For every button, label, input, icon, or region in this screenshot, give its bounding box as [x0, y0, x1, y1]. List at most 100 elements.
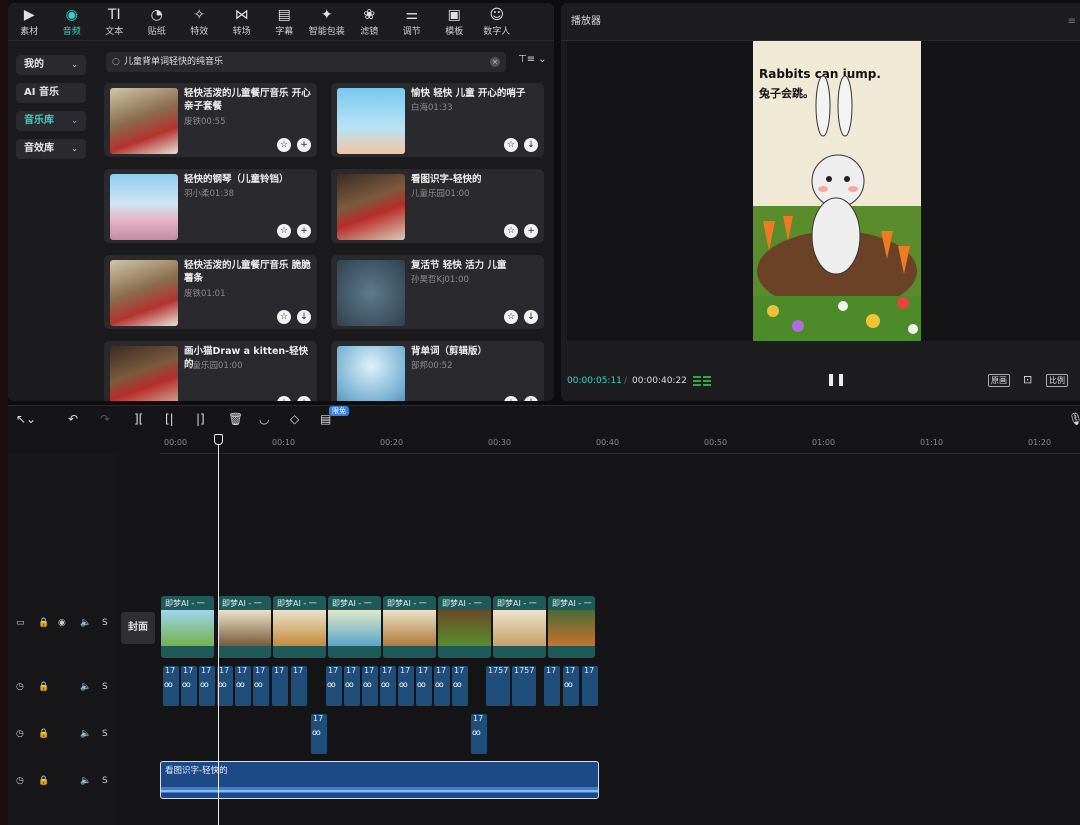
- music-card[interactable]: 轻快活泼的儿童餐厅音乐 脆脆薯条 废铁01:01 ☆ ↓: [104, 255, 317, 329]
- pause-button[interactable]: ❚❚: [826, 372, 846, 386]
- shield-icon[interactable]: ◇: [290, 412, 299, 426]
- tool-template[interactable]: ▣ 模板: [433, 3, 476, 41]
- lock-icon[interactable]: 🔒: [38, 729, 49, 739]
- audio-clip[interactable]: 17 oo: [563, 666, 579, 706]
- solo-button[interactable]: S: [102, 776, 108, 786]
- trim-left-icon[interactable]: [|: [165, 412, 174, 426]
- audio-clip[interactable]: 17 oo: [452, 666, 468, 706]
- microphone-icon[interactable]: 🎙: [1068, 412, 1080, 426]
- add-icon[interactable]: +: [297, 396, 311, 401]
- audio-clip[interactable]: 1757: [486, 666, 510, 706]
- audio-clip[interactable]: 17 oo: [253, 666, 269, 706]
- video-clip[interactable]: 即梦AI - 一: [383, 596, 436, 658]
- favorite-icon[interactable]: ☆: [277, 310, 291, 324]
- favorite-icon[interactable]: ☆: [504, 396, 518, 401]
- tool-sticker[interactable]: ◔ 贴纸: [136, 3, 179, 41]
- audio-clip[interactable]: 17: [291, 666, 307, 706]
- audio-clip[interactable]: 17 oo: [416, 666, 432, 706]
- audio-clip[interactable]: 17: [272, 666, 288, 706]
- tool-adjust[interactable]: ⚌ 调节: [391, 3, 434, 41]
- add-icon[interactable]: +: [297, 138, 311, 152]
- audio-clip[interactable]: 17 oo: [217, 666, 233, 706]
- music-card[interactable]: 画小猫Draw a kitten-轻快的 儿童乐园01:00 ☆ +: [104, 341, 317, 401]
- video-clip[interactable]: 即梦AI - 一: [493, 596, 546, 658]
- volume-icon[interactable]: 🔈: [80, 729, 91, 739]
- audio-clip[interactable]: 17 oo: [235, 666, 251, 706]
- video-clip[interactable]: 即梦AI - 一: [548, 596, 595, 658]
- clear-icon[interactable]: ×: [490, 57, 500, 67]
- audio-clip[interactable]: 17 oo: [380, 666, 396, 706]
- video-clip[interactable]: 即梦AI - 一: [328, 596, 381, 658]
- download-icon[interactable]: ↓: [524, 396, 538, 401]
- music-card[interactable]: 轻快活泼的儿童餐厅音乐 开心亲子套餐 废铁00:55 ☆ +: [104, 83, 317, 157]
- video-clip[interactable]: 即梦AI - 一: [161, 596, 214, 658]
- tool-transition[interactable]: ⋈ 转场: [221, 3, 264, 41]
- download-icon[interactable]: ↓: [524, 310, 538, 324]
- lock-icon[interactable]: 🔒: [38, 618, 49, 628]
- favorite-icon[interactable]: ☆: [504, 310, 518, 324]
- download-icon[interactable]: ↓: [524, 138, 538, 152]
- audio-clip[interactable]: 17 oo: [434, 666, 450, 706]
- audio-clip[interactable]: 17 oo: [311, 714, 327, 754]
- music-card[interactable]: 轻快的钢琴（儿童铃铛） 羽小柔01:38 ☆ +: [104, 169, 317, 243]
- download-icon[interactable]: ↓: [297, 310, 311, 324]
- tool-digital-human[interactable]: ☺ 数字人: [476, 3, 519, 41]
- volume-icon[interactable]: 🔈: [80, 682, 91, 692]
- tool-subtitle[interactable]: ▤ 字幕: [263, 3, 306, 41]
- sidebar-item-music-library[interactable]: 音乐库 ⌄: [16, 111, 86, 131]
- music-card[interactable]: 看图识字-轻快的 儿童乐园01:00 ☆ +: [331, 169, 544, 243]
- filter-button[interactable]: ⊤≡ ⌄: [518, 54, 547, 65]
- favorite-icon[interactable]: ☆: [277, 396, 291, 401]
- solo-button[interactable]: S: [102, 682, 108, 692]
- video-clip[interactable]: 即梦AI - 一: [218, 596, 271, 658]
- undo-icon[interactable]: ↶: [68, 412, 78, 426]
- music-clip[interactable]: 看图识字-轻快的: [160, 761, 599, 799]
- music-card[interactable]: 背单词（剪辑版） 部邦00:52 ☆ ↓: [331, 341, 544, 401]
- audio-clip[interactable]: 1757: [512, 666, 536, 706]
- tool-media[interactable]: ▶ 素材: [8, 3, 51, 41]
- menu-icon[interactable]: ≡: [1068, 3, 1076, 41]
- sidebar-item-ai-music[interactable]: AI 音乐: [16, 83, 86, 103]
- audio-clip[interactable]: 17 oo: [326, 666, 342, 706]
- music-card[interactable]: 愉快 轻快 儿童 开心的哨子 白海01:33 ☆ ↓: [331, 83, 544, 157]
- volume-icon[interactable]: 🔈: [80, 776, 91, 786]
- cover-button[interactable]: 封面: [121, 612, 155, 644]
- split-icon[interactable]: ][: [134, 412, 143, 426]
- search-input[interactable]: ○ 儿童背单词轻快的纯音乐 ×: [106, 52, 506, 72]
- volume-icon[interactable]: 🔈: [80, 618, 91, 628]
- audio-clip[interactable]: 17 oo: [181, 666, 197, 706]
- favorite-icon[interactable]: ☆: [504, 138, 518, 152]
- favorite-icon[interactable]: ☆: [277, 224, 291, 238]
- solo-button[interactable]: S: [102, 618, 108, 628]
- audio-clip[interactable]: 17 oo: [362, 666, 378, 706]
- audio-clip[interactable]: 17 oo: [199, 666, 215, 706]
- tool-text[interactable]: TI 文本: [93, 3, 136, 41]
- audio-clip[interactable]: 17 oo: [163, 666, 179, 706]
- add-icon[interactable]: +: [524, 224, 538, 238]
- audio-clip[interactable]: 17 oo: [344, 666, 360, 706]
- select-tool-icon[interactable]: ↖⌄: [16, 412, 36, 426]
- tool-effects[interactable]: ✧ 特效: [178, 3, 221, 41]
- sidebar-item-mine[interactable]: 我的 ⌄: [16, 55, 86, 75]
- delete-icon[interactable]: 🗑: [228, 412, 243, 426]
- original-quality-button[interactable]: 原画: [988, 374, 1010, 387]
- add-icon[interactable]: +: [297, 224, 311, 238]
- tool-smart-pack[interactable]: ✦ 智能包装: [306, 3, 349, 41]
- lock-icon[interactable]: 🔒: [38, 682, 49, 692]
- mask-icon[interactable]: ◡: [259, 412, 269, 426]
- tool-filter[interactable]: ❀ 滤镜: [348, 3, 391, 41]
- lock-icon[interactable]: 🔒: [38, 776, 49, 786]
- favorite-icon[interactable]: ☆: [277, 138, 291, 152]
- playhead[interactable]: [218, 434, 219, 825]
- video-clip[interactable]: 即梦AI - 一: [273, 596, 326, 658]
- eye-icon[interactable]: ◉: [58, 618, 66, 628]
- tool-audio[interactable]: ◉ 音频: [51, 3, 94, 41]
- audio-clip[interactable]: 17: [544, 666, 560, 706]
- redo-icon[interactable]: ↷: [100, 412, 110, 426]
- music-card[interactable]: 复活节 轻快 活力 儿童 孙昊哲Kj01:00 ☆ ↓: [331, 255, 544, 329]
- favorite-icon[interactable]: ☆: [504, 224, 518, 238]
- playhead-handle[interactable]: [214, 434, 223, 445]
- audio-clip[interactable]: 17: [582, 666, 598, 706]
- solo-button[interactable]: S: [102, 729, 108, 739]
- sidebar-item-sound-effects[interactable]: 音效库 ⌄: [16, 139, 86, 159]
